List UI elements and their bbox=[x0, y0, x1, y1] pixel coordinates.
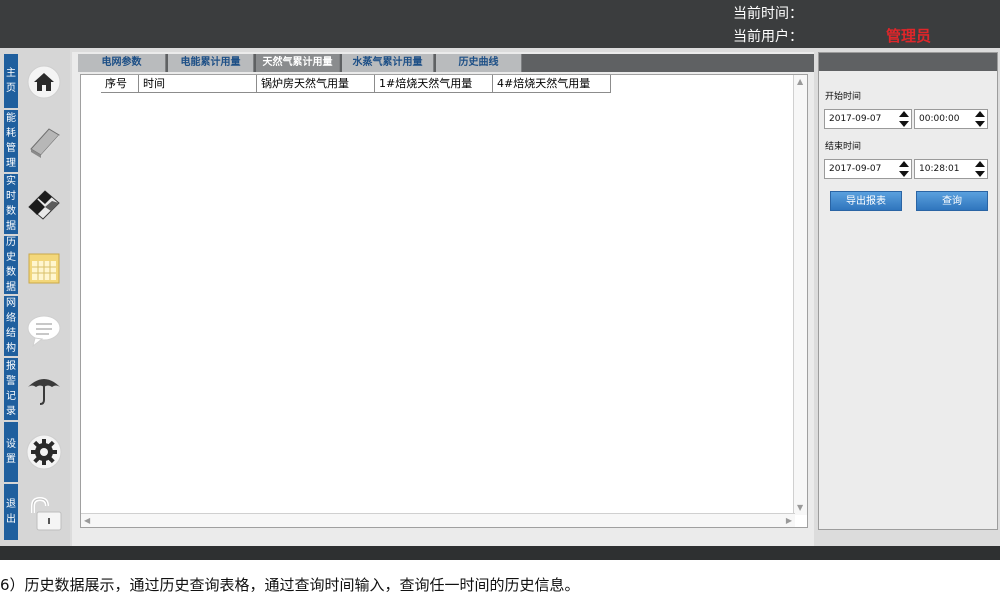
main-content: 电网参数 电能累计用量 天然气累计用量 水蒸气累计用量 历史曲线 序号 时间 锅… bbox=[72, 52, 814, 546]
table-header-row: 序号 时间 锅炉房天然气用量 1#焙烧天然气用量 4#焙烧天然气用量 bbox=[101, 75, 611, 93]
spin-down-icon[interactable] bbox=[975, 171, 985, 177]
sidebar-item-network-structure[interactable]: 网络结构 bbox=[4, 296, 18, 356]
start-time-field[interactable]: 00:00:00 bbox=[914, 109, 988, 129]
sidebar-tab-char: 据 bbox=[6, 282, 16, 293]
end-time-label: 结束时间 bbox=[825, 142, 862, 152]
start-time-label: 开始时间 bbox=[825, 92, 862, 102]
scroll-down-arrow-icon[interactable]: ▼ bbox=[797, 503, 803, 513]
start-date-spinner[interactable] bbox=[898, 111, 910, 127]
scroll-up-arrow-icon[interactable]: ▲ bbox=[797, 77, 803, 87]
current-time-label: 当前时间： bbox=[733, 6, 803, 22]
end-time-spinner[interactable] bbox=[974, 161, 986, 177]
calendar-icon[interactable] bbox=[24, 248, 64, 288]
end-time-value: 10:28:01 bbox=[919, 164, 960, 174]
query-panel: 开始时间 2017-09-07 00:00:00 结束时间 2017-09-07… bbox=[818, 52, 998, 530]
sidebar-tab-char: 页 bbox=[6, 83, 16, 94]
end-time-field[interactable]: 10:28:01 bbox=[914, 159, 988, 179]
body-area: 主页 能耗管理 实时数据 历 史 数 据 网 络 结 构 报 警 记 录 设 置… bbox=[0, 48, 1000, 546]
spin-up-icon[interactable] bbox=[899, 161, 909, 167]
sidebar-item-energy-management[interactable]: 能耗管理 bbox=[4, 110, 18, 172]
sidebar-tab-char: 报 bbox=[6, 361, 16, 372]
sidebar-tab-char: 构 bbox=[6, 343, 16, 354]
sidebar-tab-char: 网 bbox=[6, 298, 16, 309]
tab-bar: 电网参数 电能累计用量 天然气累计用量 水蒸气累计用量 历史曲线 bbox=[78, 54, 814, 72]
sidebar-item-history-data[interactable]: 历史数据 bbox=[4, 236, 18, 294]
export-report-button[interactable]: 导出报表 bbox=[830, 191, 902, 211]
column-header-boiler-gas[interactable]: 锅炉房天然气用量 bbox=[257, 75, 375, 93]
app-window: 当前时间： 当前用户： 管理员 主页 能耗管理 实 时 数 据 历 史 数 据 … bbox=[0, 0, 1000, 560]
sidebar-tab-char: 能 bbox=[6, 113, 16, 124]
sidebar-tab-char: 史 bbox=[6, 252, 16, 263]
home-icon[interactable] bbox=[24, 62, 64, 102]
sidebar-tab-char: 主 bbox=[6, 68, 16, 79]
sidebar-tab-char: 退 bbox=[6, 499, 16, 510]
history-table: 序号 时间 锅炉房天然气用量 1#焙烧天然气用量 4#焙烧天然气用量 ▲ ▼ ◀… bbox=[80, 74, 808, 528]
sidebar-tab-char: 时 bbox=[6, 191, 16, 202]
sidebar-tab-char: 理 bbox=[6, 158, 16, 169]
end-date-spinner[interactable] bbox=[898, 161, 910, 177]
sidebar-item-realtime-data[interactable]: 实时数据 bbox=[4, 174, 18, 234]
monitor-icon[interactable] bbox=[24, 184, 64, 224]
spin-down-icon[interactable] bbox=[899, 121, 909, 127]
sidebar-tab-char: 实 bbox=[6, 176, 16, 187]
tab-grid-parameters[interactable]: 电网参数 bbox=[78, 54, 166, 72]
sidebar-item-logout[interactable]: 退出 bbox=[4, 484, 18, 540]
gear-icon[interactable] bbox=[24, 432, 64, 472]
sidebar-item-home[interactable]: 主页 bbox=[4, 54, 18, 108]
notebook-icon[interactable] bbox=[24, 122, 64, 162]
chat-bubble-icon[interactable] bbox=[24, 310, 64, 350]
umbrella-icon[interactable] bbox=[24, 368, 64, 408]
sidebar-tab-char: 历 bbox=[6, 237, 16, 248]
sidebar-tab-char: 设 bbox=[6, 439, 16, 450]
scroll-right-arrow-icon[interactable]: ▶ bbox=[786, 516, 792, 526]
spin-up-icon[interactable] bbox=[975, 161, 985, 167]
sidebar-tab-char: 记 bbox=[6, 391, 16, 402]
figure-caption: 6）历史数据展示，通过历史查询表格，通过查询时间输入，查询任一时间的历史信息。 bbox=[0, 576, 580, 594]
scroll-left-arrow-icon[interactable]: ◀ bbox=[84, 516, 90, 526]
sidebar-item-settings[interactable]: 设置 bbox=[4, 422, 18, 482]
spin-down-icon[interactable] bbox=[899, 171, 909, 177]
current-user-label: 当前用户： bbox=[733, 29, 803, 45]
status-bar bbox=[0, 546, 1000, 560]
sidebar-tab-char: 耗 bbox=[6, 128, 16, 139]
sidebar-tab-char: 数 bbox=[6, 267, 16, 278]
vertical-scrollbar[interactable]: ▲ ▼ bbox=[793, 75, 807, 515]
query-button[interactable]: 查询 bbox=[916, 191, 988, 211]
sidebar-tab-char: 置 bbox=[6, 454, 16, 465]
spin-up-icon[interactable] bbox=[899, 111, 909, 117]
spin-down-icon[interactable] bbox=[975, 121, 985, 127]
sidebar-tab-char: 络 bbox=[6, 313, 16, 324]
unlock-icon[interactable] bbox=[24, 494, 64, 534]
sidebar-tab-char: 警 bbox=[6, 376, 16, 387]
horizontal-scrollbar[interactable]: ◀ ▶ bbox=[81, 513, 795, 527]
end-date-value: 2017-09-07 bbox=[829, 164, 882, 174]
header-bar: 当前时间： 当前用户： 管理员 bbox=[0, 0, 1000, 48]
sidebar-tab-char: 录 bbox=[6, 406, 16, 417]
sidebar-item-alarm-records[interactable]: 报警记录 bbox=[4, 358, 18, 420]
sidebar-tab-char: 出 bbox=[6, 514, 16, 525]
sidebar-tab-char: 据 bbox=[6, 221, 16, 232]
sidebar-tab-char: 数 bbox=[6, 206, 16, 217]
tab-history-curve[interactable]: 历史曲线 bbox=[436, 54, 522, 72]
end-date-field[interactable]: 2017-09-07 bbox=[824, 159, 912, 179]
spin-up-icon[interactable] bbox=[975, 111, 985, 117]
column-header-index[interactable]: 序号 bbox=[101, 75, 139, 93]
column-header-time[interactable]: 时间 bbox=[139, 75, 257, 93]
tab-natural-gas-cumulative[interactable]: 天然气累计用量 bbox=[256, 54, 340, 72]
tab-steam-cumulative[interactable]: 水蒸气累计用量 bbox=[342, 54, 434, 72]
column-header-kiln4-gas[interactable]: 4#焙烧天然气用量 bbox=[493, 75, 611, 93]
query-panel-header bbox=[819, 53, 997, 71]
current-user-value: 管理员 bbox=[886, 27, 932, 45]
sidebar-tab-char: 结 bbox=[6, 328, 16, 339]
start-date-value: 2017-09-07 bbox=[829, 114, 882, 124]
column-header-kiln1-gas[interactable]: 1#焙烧天然气用量 bbox=[375, 75, 493, 93]
sidebar: 主页 能耗管理 实时数据 历 史 数 据 网 络 结 构 报 警 记 录 设 置… bbox=[0, 48, 70, 546]
start-time-value: 00:00:00 bbox=[919, 114, 960, 124]
start-time-spinner[interactable] bbox=[974, 111, 986, 127]
tab-electricity-cumulative[interactable]: 电能累计用量 bbox=[168, 54, 254, 72]
sidebar-tab-char: 管 bbox=[6, 143, 16, 154]
start-date-field[interactable]: 2017-09-07 bbox=[824, 109, 912, 129]
